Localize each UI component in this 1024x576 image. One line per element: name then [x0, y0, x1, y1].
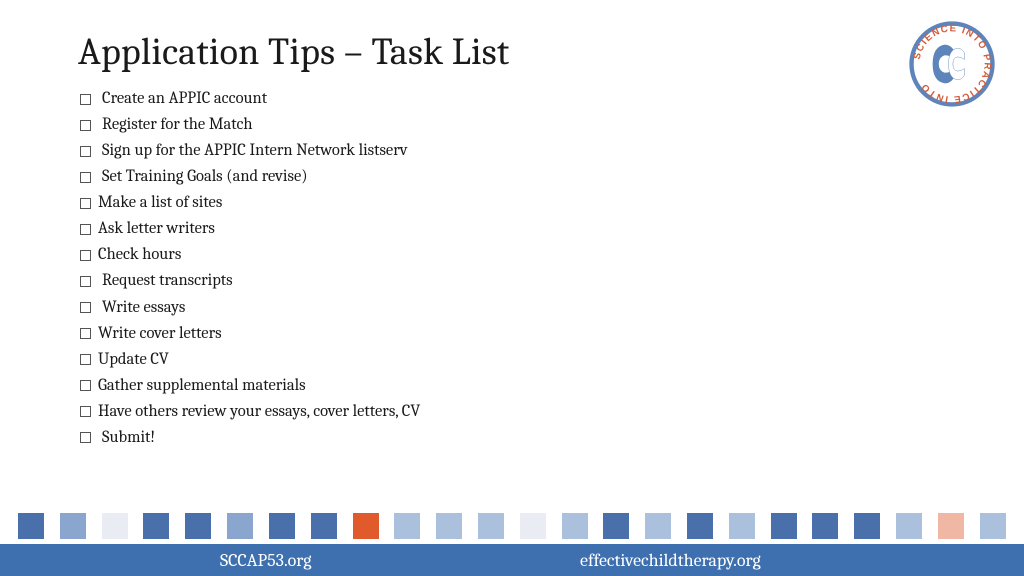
task-text: Submit!	[102, 425, 155, 451]
square-icon	[771, 513, 797, 539]
square-icon	[353, 513, 379, 539]
task-text: Check hours	[98, 242, 181, 268]
square-icon	[227, 513, 253, 539]
square-icon	[938, 513, 964, 539]
task-text: Write essays	[102, 295, 185, 321]
slide: Application Tips – Task List Create an A…	[0, 0, 1024, 576]
square-icon	[269, 513, 295, 539]
list-item: Have others review your essays, cover le…	[80, 399, 420, 425]
checkbox-icon	[80, 198, 91, 209]
list-item: Sign up for the APPIC Intern Network lis…	[80, 138, 420, 164]
square-icon	[311, 513, 337, 539]
checkbox-icon	[80, 224, 91, 235]
checkbox-icon	[80, 302, 91, 313]
footer-link-right: effectivechildtherapy.org	[580, 550, 761, 571]
list-item: Check hours	[80, 242, 420, 268]
checkbox-icon	[80, 380, 91, 391]
square-icon	[18, 513, 44, 539]
task-text: Request transcripts	[102, 268, 233, 294]
square-icon	[896, 513, 922, 539]
task-text: Set Training Goals (and revise)	[102, 164, 308, 190]
square-icon	[687, 513, 713, 539]
square-icon	[478, 513, 504, 539]
square-icon	[520, 513, 546, 539]
square-icon	[980, 513, 1006, 539]
list-item: Make a list of sites	[80, 190, 420, 216]
list-item: Write cover letters	[80, 321, 420, 347]
task-text: Register for the Match	[102, 112, 253, 138]
square-icon	[729, 513, 755, 539]
list-item: Ask letter writers	[80, 216, 420, 242]
checkbox-icon	[80, 94, 91, 105]
square-icon	[854, 513, 880, 539]
list-item: Update CV	[80, 347, 420, 373]
list-item: Request transcripts	[80, 268, 420, 294]
task-text: Have others review your essays, cover le…	[98, 399, 420, 425]
task-list: Create an APPIC account Register for the…	[80, 86, 420, 451]
checkbox-icon	[80, 172, 91, 183]
task-text: Write cover letters	[98, 321, 222, 347]
checkbox-icon	[80, 406, 91, 417]
square-icon	[603, 513, 629, 539]
task-text: Gather supplemental materials	[98, 373, 306, 399]
task-text: Create an APPIC account	[102, 86, 267, 112]
task-text: Ask letter writers	[98, 216, 215, 242]
checkbox-icon	[80, 120, 91, 131]
square-icon	[645, 513, 671, 539]
task-text: Update CV	[98, 347, 169, 373]
square-icon	[436, 513, 462, 539]
list-item: Register for the Match	[80, 112, 420, 138]
brand-logo-icon: SCIENCE INTO PRACTICE INTO	[908, 20, 996, 108]
checkbox-icon	[80, 432, 91, 443]
page-title: Application Tips – Task List	[78, 30, 509, 74]
task-text: Make a list of sites	[98, 190, 222, 216]
square-icon	[812, 513, 838, 539]
checkbox-icon	[80, 328, 91, 339]
checkbox-icon	[80, 146, 91, 157]
checkbox-icon	[80, 276, 91, 287]
decorative-squares	[0, 511, 1024, 541]
list-item: Create an APPIC account	[80, 86, 420, 112]
checkbox-icon	[80, 250, 91, 261]
list-item: Write essays	[80, 295, 420, 321]
square-icon	[185, 513, 211, 539]
square-icon	[143, 513, 169, 539]
square-icon	[562, 513, 588, 539]
checkbox-icon	[80, 354, 91, 365]
square-icon	[60, 513, 86, 539]
list-item: Gather supplemental materials	[80, 373, 420, 399]
footer-link-left: SCCAP53.org	[220, 550, 312, 571]
list-item: Submit!	[80, 425, 420, 451]
square-icon	[394, 513, 420, 539]
footer-bar: SCCAP53.org effectivechildtherapy.org	[0, 544, 1024, 576]
task-text: Sign up for the APPIC Intern Network lis…	[102, 138, 408, 164]
square-icon	[102, 513, 128, 539]
list-item: Set Training Goals (and revise)	[80, 164, 420, 190]
